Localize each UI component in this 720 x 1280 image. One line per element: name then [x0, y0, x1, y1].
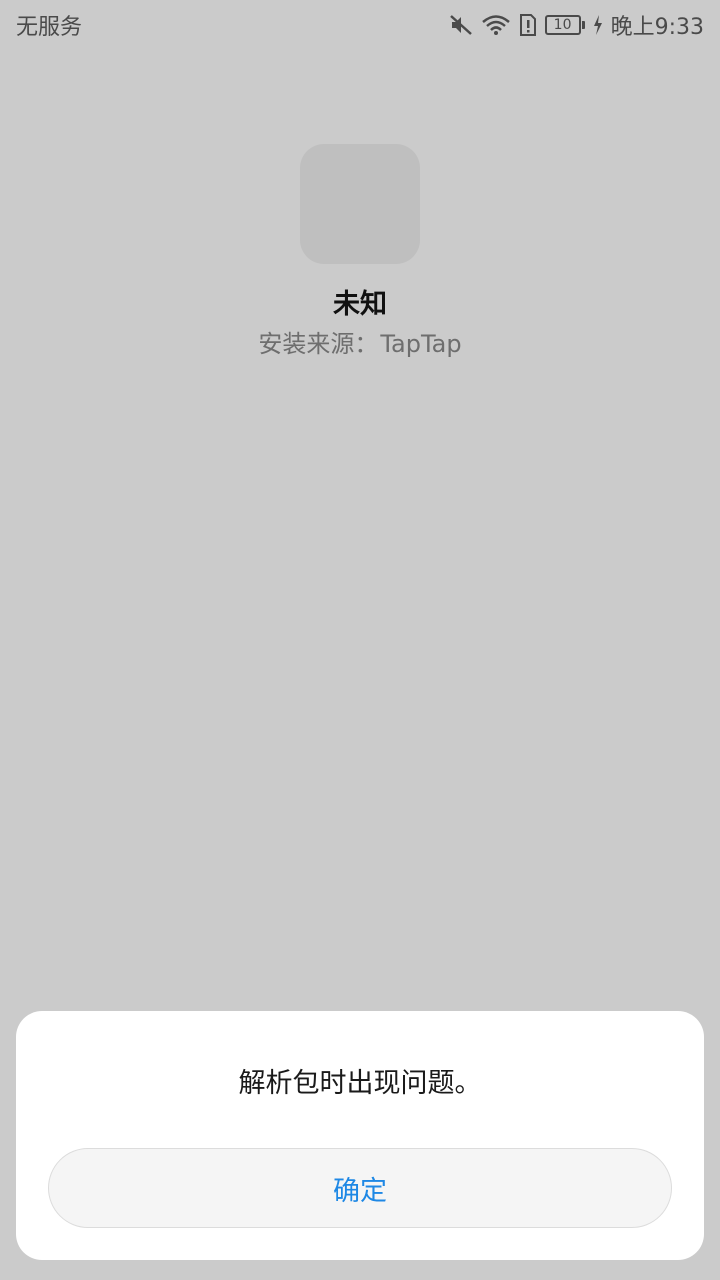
status-time: 晚上9:33 — [610, 15, 704, 40]
carrier-status: 无服务 — [16, 15, 83, 40]
status-bar: 无服务 10 晚上9:33 — [0, 0, 720, 50]
app-icon-placeholder — [300, 144, 420, 264]
status-icons: 10 晚上9:33 — [449, 9, 704, 41]
dialog-message: 解析包时出现问题。 — [238, 1068, 482, 1099]
app-name: 未知 — [333, 289, 387, 320]
mute-icon — [449, 14, 473, 36]
install-source-value: TapTap — [380, 330, 462, 358]
charging-icon — [593, 15, 603, 35]
parse-error-dialog: 解析包时出现问题。 确定 — [16, 1011, 704, 1260]
wifi-icon — [481, 14, 511, 36]
install-source-label: 安装来源： — [258, 330, 379, 358]
install-source: 安装来源：TapTap — [0, 324, 720, 359]
battery-icon: 10 — [544, 15, 585, 35]
sim-alert-icon — [519, 14, 537, 36]
confirm-button[interactable]: 确定 — [48, 1148, 672, 1228]
battery-level: 10 — [544, 15, 581, 35]
